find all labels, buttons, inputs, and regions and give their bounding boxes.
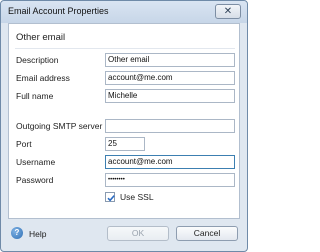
username-label: Username — [16, 157, 56, 167]
use-ssl-checkbox[interactable] — [105, 192, 115, 202]
use-ssl-label: Use SSL — [120, 192, 154, 202]
section-divider — [15, 48, 235, 49]
email-address-field[interactable]: account@me.com — [105, 71, 235, 85]
full-name-label: Full name — [16, 91, 54, 101]
ok-button[interactable]: OK — [107, 226, 169, 241]
email-address-label: Email address — [16, 73, 70, 83]
username-field[interactable]: account@me.com — [105, 155, 235, 169]
description-label: Description — [16, 55, 59, 65]
title-bar[interactable]: Email Account Properties ✕ — [1, 1, 247, 23]
dialog-title: Email Account Properties — [8, 6, 109, 16]
use-ssl-checkbox-row[interactable]: Use SSL — [105, 192, 154, 202]
smtp-server-field[interactable] — [105, 119, 235, 133]
description-field[interactable]: Other email — [105, 53, 235, 67]
email-account-properties-dialog: Email Account Properties ✕ Other email D… — [0, 0, 248, 252]
password-label: Password — [16, 175, 54, 185]
close-button[interactable]: ✕ — [215, 4, 241, 19]
password-field[interactable]: •••••••• — [105, 173, 235, 187]
full-name-field[interactable]: Michelle — [105, 89, 235, 103]
port-field[interactable]: 25 — [105, 137, 145, 151]
port-label: Port — [16, 139, 32, 149]
help-circle-icon[interactable]: ? — [11, 227, 23, 239]
properties-panel: Other email Description Other email Emai… — [8, 23, 240, 219]
help-link[interactable]: Help — [29, 229, 46, 239]
close-icon: ✕ — [223, 5, 233, 17]
smtp-server-label: Outgoing SMTP server — [16, 121, 103, 131]
checkmark-icon — [107, 195, 115, 202]
cancel-button[interactable]: Cancel — [176, 226, 238, 241]
section-title: Other email — [16, 32, 66, 43]
